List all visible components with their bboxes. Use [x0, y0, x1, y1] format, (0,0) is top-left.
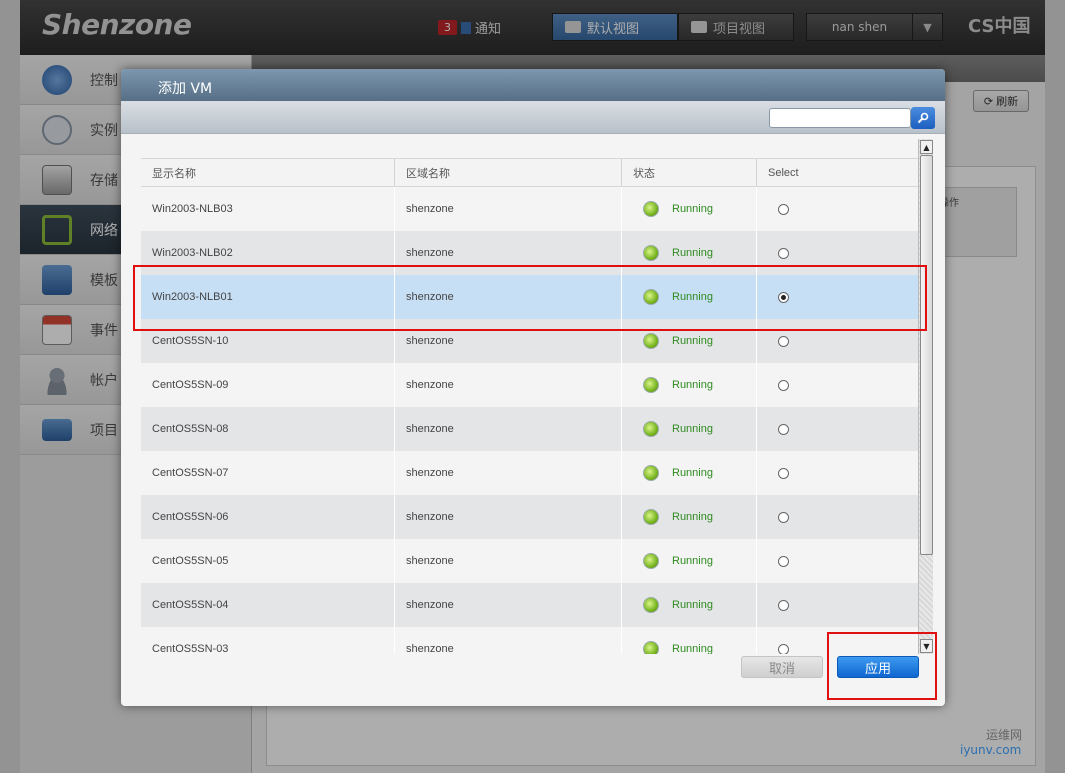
- select-radio[interactable]: [778, 247, 789, 259]
- select-radio[interactable]: [778, 643, 789, 654]
- vm-state: Running: [622, 451, 757, 495]
- table-header: 显示名称 区域名称 状态 Select: [141, 158, 918, 187]
- watermark-line1: 运维网: [986, 728, 1023, 742]
- table-row[interactable]: CentOS5SN-07 shenzone Running: [141, 451, 918, 495]
- select-radio[interactable]: [778, 555, 789, 567]
- status-led-icon: [643, 641, 659, 654]
- vm-table: 显示名称 区域名称 状态 Select Win2003-NLB03 shenzon…: [141, 158, 918, 654]
- vm-state: Running: [622, 539, 757, 583]
- vm-name: CentOS5SN-04: [141, 583, 395, 627]
- vm-name: CentOS5SN-06: [141, 495, 395, 539]
- vm-state: Running: [622, 407, 757, 451]
- vm-zone: shenzone: [395, 495, 622, 539]
- vm-zone: shenzone: [395, 451, 622, 495]
- cancel-button[interactable]: 取消: [741, 656, 823, 678]
- watermark: 运维网 iyunv.com: [960, 726, 1022, 757]
- apply-button-highlight: [827, 632, 937, 700]
- vm-state-label: Running: [672, 423, 713, 435]
- vm-state-label: Running: [672, 379, 713, 391]
- table-row[interactable]: Win2003-NLB03 shenzone Running: [141, 187, 918, 231]
- vm-select: [757, 363, 918, 407]
- watermark-line2: iyunv.com: [960, 743, 1022, 757]
- vm-state: Running: [622, 583, 757, 627]
- add-vm-dialog: 添加 VM ▲ ▼ 显示名称 区域名称 状态 Select Win2003-NL…: [121, 69, 945, 706]
- selected-row-highlight: [133, 265, 927, 331]
- search-icon: [917, 112, 929, 124]
- dialog-toolbar: [121, 101, 945, 134]
- vertical-scrollbar[interactable]: ▲ ▼: [918, 139, 933, 654]
- status-led-icon: [643, 597, 659, 613]
- status-led-icon: [643, 245, 659, 261]
- vm-zone: shenzone: [395, 583, 622, 627]
- select-radio[interactable]: [778, 379, 789, 391]
- column-header-zone[interactable]: 区域名称: [395, 159, 622, 186]
- select-radio[interactable]: [778, 423, 789, 435]
- vm-select: [757, 583, 918, 627]
- select-radio[interactable]: [778, 467, 789, 479]
- scroll-thumb[interactable]: [920, 155, 933, 555]
- vm-name: Win2003-NLB03: [141, 187, 395, 231]
- vm-select: [757, 407, 918, 451]
- status-led-icon: [643, 333, 659, 349]
- dialog-title: 添加 VM: [121, 69, 945, 101]
- vm-state-label: Running: [672, 335, 713, 347]
- vm-state-label: Running: [672, 555, 713, 567]
- column-header-select[interactable]: Select: [757, 159, 918, 186]
- column-header-state[interactable]: 状态: [622, 159, 757, 186]
- vm-name: CentOS5SN-08: [141, 407, 395, 451]
- vm-name: CentOS5SN-07: [141, 451, 395, 495]
- vm-state-label: Running: [672, 203, 713, 215]
- vm-state: Running: [622, 363, 757, 407]
- vm-state: Running: [622, 495, 757, 539]
- vm-select: [757, 539, 918, 583]
- vm-zone: shenzone: [395, 627, 622, 654]
- scroll-up-icon[interactable]: ▲: [920, 140, 933, 154]
- table-row[interactable]: CentOS5SN-06 shenzone Running: [141, 495, 918, 539]
- vm-zone: shenzone: [395, 539, 622, 583]
- vm-name: CentOS5SN-09: [141, 363, 395, 407]
- table-row[interactable]: CentOS5SN-09 shenzone Running: [141, 363, 918, 407]
- vm-state-label: Running: [672, 599, 713, 611]
- search-button[interactable]: [911, 107, 935, 129]
- vm-select: [757, 187, 918, 231]
- vm-zone: shenzone: [395, 187, 622, 231]
- table-row[interactable]: CentOS5SN-03 shenzone Running: [141, 627, 918, 654]
- vm-state-label: Running: [672, 643, 713, 654]
- vm-state-label: Running: [672, 511, 713, 523]
- status-led-icon: [643, 465, 659, 481]
- vm-zone: shenzone: [395, 407, 622, 451]
- vm-name: CentOS5SN-05: [141, 539, 395, 583]
- vm-name: CentOS5SN-03: [141, 627, 395, 654]
- select-radio[interactable]: [778, 335, 789, 347]
- vm-state-label: Running: [672, 467, 713, 479]
- status-led-icon: [643, 421, 659, 437]
- status-led-icon: [643, 509, 659, 525]
- vm-state: Running: [622, 627, 757, 654]
- select-radio[interactable]: [778, 511, 789, 523]
- status-led-icon: [643, 553, 659, 569]
- table-row[interactable]: CentOS5SN-05 shenzone Running: [141, 539, 918, 583]
- table-row[interactable]: CentOS5SN-04 shenzone Running: [141, 583, 918, 627]
- status-led-icon: [643, 377, 659, 393]
- vm-state: Running: [622, 187, 757, 231]
- search-input[interactable]: [769, 108, 911, 128]
- vm-select: [757, 495, 918, 539]
- status-led-icon: [643, 201, 659, 217]
- select-radio[interactable]: [778, 203, 789, 215]
- vm-state-label: Running: [672, 247, 713, 259]
- vm-zone: shenzone: [395, 363, 622, 407]
- vm-select: [757, 451, 918, 495]
- select-radio[interactable]: [778, 599, 789, 611]
- table-row[interactable]: CentOS5SN-08 shenzone Running: [141, 407, 918, 451]
- table-body: Win2003-NLB03 shenzone Running Win2003-NLB0…: [141, 187, 918, 654]
- column-header-name[interactable]: 显示名称: [141, 159, 395, 186]
